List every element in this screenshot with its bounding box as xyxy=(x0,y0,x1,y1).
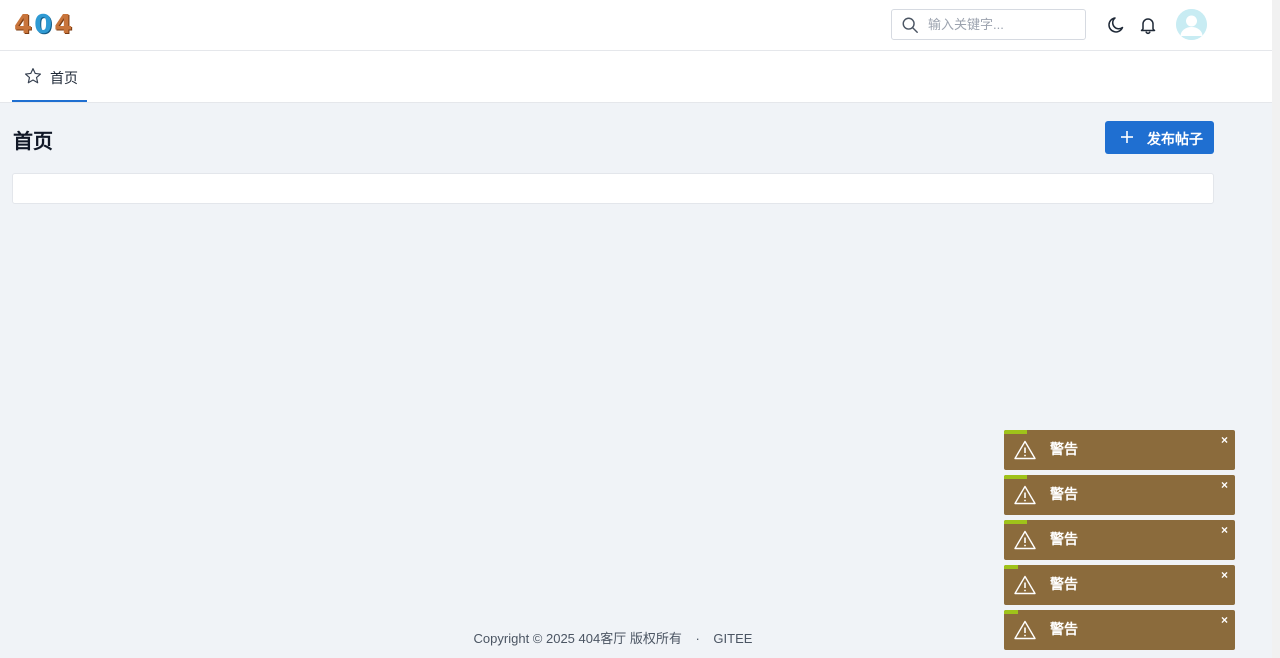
toast-close-button[interactable]: × xyxy=(1221,478,1228,492)
star-icon xyxy=(24,68,42,84)
page-scrollbar[interactable] xyxy=(1272,0,1280,658)
warning-icon xyxy=(1014,575,1036,595)
toast-title: 警告 xyxy=(1050,531,1078,547)
logo-digit-2: 0 xyxy=(34,10,53,40)
site-logo[interactable]: 4 0 4 xyxy=(14,8,72,40)
publish-post-label: 发布帖子 xyxy=(1147,131,1203,147)
gitee-link[interactable]: GITEE xyxy=(713,631,752,646)
toast-close-button[interactable]: × xyxy=(1221,568,1228,582)
toast-title: 警告 xyxy=(1050,621,1078,637)
tab-home[interactable]: 首页 xyxy=(12,51,87,102)
toast-progress-bar xyxy=(1004,430,1028,434)
warning-toast: 警告 × xyxy=(1004,520,1235,560)
user-avatar[interactable] xyxy=(1176,9,1207,40)
warning-toast: 警告 × xyxy=(1004,565,1235,605)
toast-title: 警告 xyxy=(1050,441,1078,457)
warning-toast: 警告 × xyxy=(1004,610,1235,650)
publish-post-button[interactable]: 发布帖子 xyxy=(1105,121,1214,154)
footer-separator: · xyxy=(695,631,700,646)
search-box[interactable] xyxy=(891,9,1086,40)
plus-icon xyxy=(1121,131,1133,143)
warning-icon xyxy=(1014,620,1036,640)
logo-digit-1: 4 xyxy=(14,10,33,40)
search-input[interactable] xyxy=(928,10,1078,39)
bell-icon[interactable] xyxy=(1138,15,1158,35)
post-list-panel xyxy=(12,173,1214,204)
top-header: 4 0 4 xyxy=(0,0,1272,51)
moon-icon[interactable] xyxy=(1107,15,1127,35)
search-icon xyxy=(902,17,918,33)
toast-close-button[interactable]: × xyxy=(1221,433,1228,447)
toast-title: 警告 xyxy=(1050,576,1078,592)
logo-digit-3: 4 xyxy=(54,10,73,40)
warning-icon xyxy=(1014,485,1036,505)
tab-home-label: 首页 xyxy=(50,70,78,86)
warning-toast: 警告 × xyxy=(1004,475,1235,515)
toast-progress-bar xyxy=(1004,475,1028,479)
toast-close-button[interactable]: × xyxy=(1221,523,1228,537)
page-title: 首页 xyxy=(13,131,53,153)
user-avatar-icon xyxy=(1176,9,1207,40)
toast-title: 警告 xyxy=(1050,486,1078,502)
toast-progress-bar xyxy=(1004,520,1028,524)
copyright-text: Copyright © 2025 404客厅 版权所有 xyxy=(473,631,682,646)
warning-toast: 警告 × xyxy=(1004,430,1235,470)
tab-bar: 首页 xyxy=(0,51,1272,103)
toast-progress-bar xyxy=(1004,565,1018,569)
warning-icon xyxy=(1014,530,1036,550)
warning-icon xyxy=(1014,440,1036,460)
toast-progress-bar xyxy=(1004,610,1018,614)
toast-close-button[interactable]: × xyxy=(1221,613,1228,627)
